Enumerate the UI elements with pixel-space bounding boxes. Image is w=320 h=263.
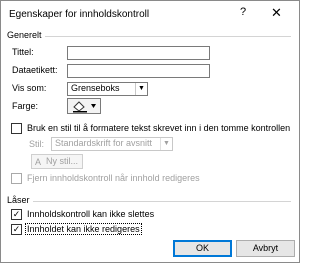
cannot-edit-label: Innholdet kan ikke redigeres (25, 223, 142, 235)
new-style-label: Ny stil... (46, 156, 79, 166)
text-style-icon: A (35, 157, 41, 167)
content-control-properties-dialog: Egenskaper for innholdskontroll ? ✕ Gene… (0, 0, 300, 263)
chevron-down-icon: ▼ (135, 83, 147, 95)
chevron-down-icon: ▼ (160, 138, 172, 150)
tag-label: Dataetikett: (12, 65, 58, 75)
remove-control-checkbox[interactable] (11, 173, 22, 184)
show-as-value: Grenseboks (71, 83, 120, 93)
style-label: Stil: (29, 139, 45, 149)
general-section-label: Generelt (7, 30, 42, 40)
use-style-label: Bruk en stil til å formatere tekst skrev… (27, 123, 291, 133)
cancel-button[interactable]: Avbryt (236, 240, 295, 257)
help-button[interactable]: ? (240, 6, 246, 18)
dialog-title: Egenskaper for innholdskontroll (9, 9, 150, 20)
cannot-edit-checkbox[interactable]: ✓ (11, 224, 22, 235)
svg-text:A: A (35, 157, 41, 167)
tag-input[interactable] (67, 64, 210, 78)
color-label: Farge: (12, 101, 39, 111)
style-select[interactable]: Standardskrift for avsnitt ▼ (51, 137, 173, 151)
cannot-delete-label: Innholdskontroll kan ikke slettes (27, 209, 155, 219)
ok-button[interactable]: OK (173, 240, 232, 257)
new-style-button[interactable]: A Ny stil... (31, 154, 83, 169)
remove-control-label: Fjern innholdskontroll når innhold redig… (27, 173, 200, 183)
locking-section-label: Låser (7, 195, 30, 205)
style-value: Standardskrift for avsnitt (55, 138, 153, 148)
paint-bucket-icon (73, 101, 96, 113)
title-label: Tittel: (12, 47, 34, 57)
show-as-label: Vis som: (12, 83, 47, 93)
show-as-select[interactable]: Grenseboks ▼ (67, 82, 148, 96)
title-input[interactable] (67, 46, 210, 60)
locking-divider (33, 201, 291, 202)
close-button[interactable]: ✕ (271, 5, 282, 21)
general-divider (45, 36, 291, 37)
cannot-delete-checkbox[interactable]: ✓ (11, 209, 22, 220)
color-picker-button[interactable] (67, 98, 101, 114)
use-style-checkbox[interactable] (11, 123, 22, 134)
